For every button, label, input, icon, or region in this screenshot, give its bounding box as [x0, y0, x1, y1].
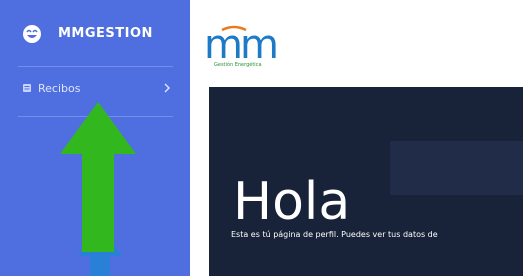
brand[interactable]: MMGESTION	[0, 0, 190, 66]
hero-description: Esta es tú página de perfil. Puedes ver …	[231, 230, 438, 239]
sidebar-item-label: Recibos	[38, 82, 81, 95]
profile-hero: Hola Esta es tú página de perfil. Puedes…	[209, 87, 523, 276]
page-title: Hola	[233, 171, 351, 232]
logo-subtitle: Gestión Energética	[214, 62, 262, 68]
receipt-icon	[23, 84, 31, 92]
green-arrow-icon	[60, 102, 136, 252]
sidebar-item-recibos[interactable]: Recibos	[0, 72, 190, 106]
smiley-logo-icon	[23, 25, 41, 43]
hero-panel	[390, 141, 523, 195]
sidebar-divider	[18, 66, 173, 67]
brand-name: MMGESTION	[58, 26, 153, 41]
app-root: MMGESTION Recibos mm Gestión Energética	[0, 0, 523, 276]
chevron-right-icon	[164, 83, 170, 93]
